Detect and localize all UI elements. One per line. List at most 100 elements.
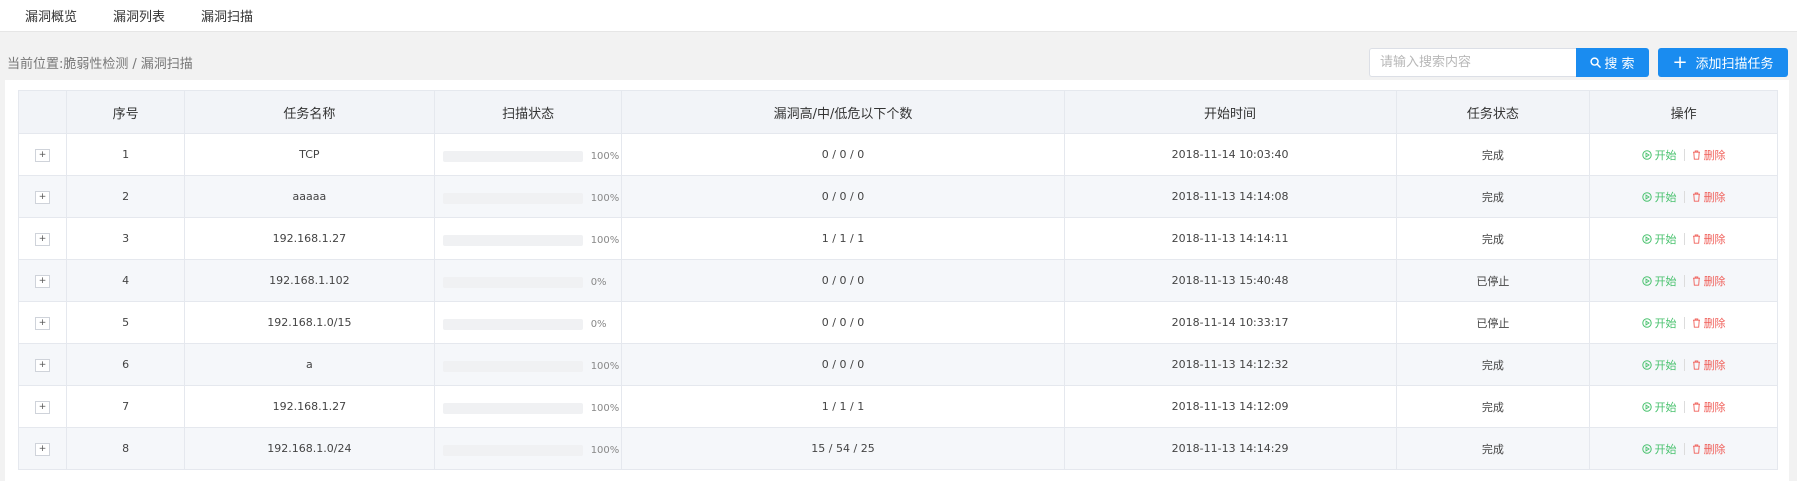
table-row: +7 192.168.1.27 100% 1 / 1 / 1 2018-11-13 14…: [17, 385, 1778, 428]
tab-vuln-scan[interactable]: 漏洞扫描: [201, 6, 253, 25]
breadcrumb-separator: /: [132, 57, 137, 72]
trash-icon: [1692, 444, 1700, 454]
table-row: +3 192.168.1.27 100% 1 / 1 / 1 2018-11-13 14…: [17, 217, 1778, 260]
cell-task-status: 完成: [1395, 343, 1591, 386]
plus-icon: +: [1672, 51, 1688, 73]
play-circle-icon: [1641, 149, 1652, 160]
search-group: 搜 索: [1369, 48, 1649, 77]
progress-track: [442, 318, 583, 330]
breadcrumb-item-vuln-detection[interactable]: 脆弱性检测: [63, 57, 128, 72]
progress-bar: 0%: [442, 318, 607, 330]
row-actions: 开始 删除: [1641, 357, 1726, 373]
start-button[interactable]: 开始: [1641, 147, 1677, 163]
start-button[interactable]: 开始: [1641, 441, 1677, 457]
play-circle-icon: [1641, 191, 1652, 202]
action-divider: [1683, 274, 1685, 287]
cell-start-time: 2018-11-13 15:40:48: [1063, 259, 1397, 302]
start-button[interactable]: 开始: [1641, 315, 1677, 331]
cell-start-time: 2018-11-14 10:03:40: [1063, 133, 1397, 176]
progress-bar: 100%: [442, 360, 619, 372]
cell-actions: 开始 删除: [1589, 301, 1778, 344]
expand-row-button[interactable]: +: [35, 401, 51, 414]
cell-index: 2: [66, 175, 186, 218]
action-divider: [1683, 190, 1685, 203]
tab-vuln-list[interactable]: 漏洞列表: [113, 6, 165, 25]
cell-task-status: 完成: [1395, 175, 1591, 218]
scan-task-table: 序号 任务名称 扫描状态 漏洞高/中/低危以下个数 开始时间 任务状态 操作 +…: [17, 90, 1778, 470]
delete-button[interactable]: 删除: [1692, 231, 1726, 247]
start-label: 开始: [1654, 442, 1677, 456]
cell-scan-status: 100%: [433, 175, 623, 218]
tab-vuln-overview[interactable]: 漏洞概览: [25, 6, 77, 25]
row-actions: 开始 删除: [1641, 147, 1726, 163]
action-divider: [1683, 232, 1685, 245]
delete-button[interactable]: 删除: [1692, 399, 1726, 415]
expand-row-button[interactable]: +: [35, 443, 51, 456]
start-button[interactable]: 开始: [1641, 357, 1677, 373]
breadcrumb: 当前位置:脆弱性检测 / 漏洞扫描: [7, 53, 193, 72]
cell-index: 8: [66, 427, 186, 470]
cell-task-name: a: [184, 343, 435, 386]
toolbar: 当前位置:脆弱性检测 /漏洞扫描 搜 索 + 添加扫描任务: [0, 32, 1797, 80]
start-button[interactable]: 开始: [1641, 399, 1677, 415]
col-header-index: 序号: [66, 90, 186, 134]
cell-vuln-counts: 1 / 1 / 1: [621, 217, 1065, 260]
delete-label: 删除: [1703, 148, 1726, 162]
expand-cell: +: [17, 175, 68, 218]
delete-label: 删除: [1703, 358, 1726, 372]
cell-task-status: 完成: [1395, 385, 1591, 428]
progress-bar: 100%: [442, 234, 619, 246]
search-input[interactable]: [1369, 48, 1576, 77]
cell-vuln-counts: 0 / 0 / 0: [621, 343, 1065, 386]
delete-button[interactable]: 删除: [1692, 441, 1726, 457]
expand-row-button[interactable]: +: [35, 191, 51, 204]
breadcrumb-item-vuln-scan: 漏洞扫描: [140, 57, 193, 72]
progress-track: [442, 402, 583, 414]
delete-button[interactable]: 删除: [1692, 273, 1726, 289]
cell-actions: 开始 删除: [1589, 259, 1778, 302]
delete-button[interactable]: 删除: [1692, 315, 1726, 331]
delete-label: 删除: [1703, 442, 1726, 456]
progress-bar: 100%: [442, 402, 619, 414]
expand-cell: +: [17, 301, 68, 344]
delete-button[interactable]: 删除: [1692, 189, 1726, 205]
cell-scan-status: 0%: [433, 259, 623, 302]
expand-row-button[interactable]: +: [35, 275, 51, 288]
cell-scan-status: 100%: [433, 427, 623, 470]
cell-actions: 开始 删除: [1589, 133, 1778, 176]
cell-task-status: 完成: [1395, 217, 1591, 260]
expand-row-button[interactable]: +: [35, 359, 51, 372]
play-circle-icon: [1641, 359, 1652, 370]
progress-bar: 0%: [442, 276, 607, 288]
col-header-task-name: 任务名称: [184, 90, 435, 134]
start-label: 开始: [1654, 400, 1677, 414]
expand-row-button[interactable]: +: [35, 233, 51, 246]
start-button[interactable]: 开始: [1641, 231, 1677, 247]
expand-row-button[interactable]: +: [35, 149, 51, 162]
cell-index: 4: [66, 259, 186, 302]
progress-track: [442, 360, 583, 372]
col-header-actions: 操作: [1589, 90, 1778, 134]
trash-icon: [1692, 234, 1700, 244]
action-divider: [1683, 442, 1685, 455]
search-button[interactable]: 搜 索: [1576, 48, 1649, 77]
cell-start-time: 2018-11-14 10:33:17: [1063, 301, 1397, 344]
table-row: +6 a 100% 0 / 0 / 0 2018-11-13 14:12:32 完成 开始 删…: [17, 343, 1778, 386]
table-row: +1 TCP 100% 0 / 0 / 0 2018-11-14 10:03:40 完成 开…: [17, 133, 1778, 176]
expand-row-button[interactable]: +: [35, 317, 51, 330]
start-button[interactable]: 开始: [1641, 273, 1677, 289]
row-actions: 开始 删除: [1641, 273, 1726, 289]
start-button[interactable]: 开始: [1641, 189, 1677, 205]
delete-button[interactable]: 删除: [1692, 357, 1726, 373]
cell-task-name: 192.168.1.0/15: [184, 301, 435, 344]
start-label: 开始: [1654, 148, 1677, 162]
cell-task-name: aaaaa: [184, 175, 435, 218]
cell-index: 1: [66, 133, 186, 176]
trash-icon: [1692, 360, 1700, 370]
add-scan-task-button[interactable]: + 添加扫描任务: [1658, 48, 1788, 77]
delete-button[interactable]: 删除: [1692, 147, 1726, 163]
action-divider: [1683, 400, 1685, 413]
progress-label: 100%: [590, 150, 620, 162]
row-actions: 开始 删除: [1641, 441, 1726, 457]
progress-bar: 100%: [442, 150, 620, 162]
